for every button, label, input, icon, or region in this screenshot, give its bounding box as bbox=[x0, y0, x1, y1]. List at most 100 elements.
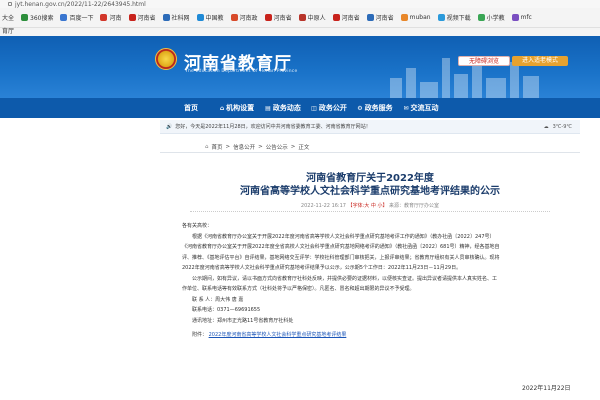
font-size-control[interactable]: 【字体:大 中 小】 bbox=[348, 203, 388, 209]
speaker-icon: 🔊 bbox=[166, 123, 173, 130]
bookmark-label: 社科网 bbox=[171, 15, 190, 22]
contact-person: 联 系 人：周大伟 唐 嘉 bbox=[192, 296, 244, 303]
breadcrumb-separator: > bbox=[258, 144, 263, 150]
national-emblem-icon bbox=[155, 48, 177, 70]
breadcrumb-separator: > bbox=[290, 144, 296, 150]
weather-icon: ☁ bbox=[543, 123, 549, 130]
bookmark-favicon-icon bbox=[400, 14, 408, 21]
bookmark-item[interactable]: 河南省 bbox=[128, 13, 156, 22]
bookmarks-bar: 大全 360搜索 百度一下 河南 河南省 社科网 中国教 河南政 河南省 中原人 河南省 河南省 mub… bbox=[0, 8, 600, 28]
nav-disclosure[interactable]: ◫ 政务公开 bbox=[306, 103, 352, 113]
bookmark-label: 360搜索 bbox=[30, 15, 54, 22]
weather: ☁ 3℃-9℃ bbox=[544, 124, 572, 130]
nav-organization[interactable]: ⌂ 机构设置 bbox=[214, 103, 260, 113]
bookmark-item[interactable]: 百度一下 bbox=[60, 13, 93, 22]
breadcrumb-current: 正文 bbox=[298, 145, 310, 151]
services-icon: ⚙ bbox=[357, 104, 363, 112]
bookmark-item[interactable]: 360搜索 bbox=[21, 13, 53, 22]
bookmark-label: 河南省 bbox=[375, 15, 394, 22]
welcome-bar: 🔊 您好，今天是2022年11月28日，欢迎访问中共河南省委教育工委、河南省教育… bbox=[160, 120, 580, 134]
bookmark-favicon-icon bbox=[128, 14, 136, 21]
nav-interaction[interactable]: ✉ 交流互动 bbox=[398, 103, 444, 113]
bookmark-label: 小学教 bbox=[486, 15, 505, 22]
contact-phone: 联系电话：0371—69691655 bbox=[192, 307, 261, 313]
nav-home[interactable]: 首页 bbox=[168, 103, 214, 113]
paragraph-line: 公示期间，如有异议，请以书面方式向省教育厅社科处反映，并提供必要的证据材料，以便… bbox=[192, 275, 498, 282]
nav-services[interactable]: ⚙ 政务服务 bbox=[352, 103, 398, 113]
bookmark-item[interactable]: 河南省 bbox=[332, 13, 360, 22]
bookmark-item[interactable]: 河南省 bbox=[366, 13, 394, 22]
nav-news[interactable]: ▤ 政务动态 bbox=[260, 103, 306, 113]
paragraph-line: 2022年度河南省高等学校人文社会科学重点研究基地考评结果予以公示，公示期5个工… bbox=[182, 265, 462, 271]
bookmark-favicon-icon bbox=[366, 14, 374, 21]
article-body: 各有关高校： 根据《河南省教育厅办公室关于开展2022年度河南省高等学校人文社会… bbox=[182, 221, 558, 341]
bookmark-label: 视频下载 bbox=[446, 15, 471, 22]
main-nav: 首页 ⌂ 机构设置 ▤ 政务动态 ◫ 政务公开 ⚙ 政务服务 ✉ 交流互动 bbox=[0, 98, 600, 118]
attachment-link[interactable]: 2022年度河南省高等学校人文社会科学重点研究基地考评结果 bbox=[209, 332, 347, 338]
bookmark-favicon-icon bbox=[230, 14, 238, 21]
bookmark-item[interactable]: muban bbox=[400, 14, 431, 21]
disclosure-icon: ◫ bbox=[311, 104, 317, 112]
bookmark-label: 河南省 bbox=[341, 15, 360, 22]
contact-address: 通讯地址：郑州市正光路11号省教育厅社科处 bbox=[192, 317, 294, 324]
lock-icon bbox=[8, 2, 12, 6]
bookmark-favicon-icon bbox=[196, 14, 204, 21]
bookmark-label: mfc bbox=[520, 14, 532, 21]
article-date: 2022-11-22 16:17 bbox=[300, 203, 346, 209]
attachment-label: 附件： bbox=[192, 332, 208, 338]
org-icon: ⌂ bbox=[219, 104, 225, 112]
bookmark-item[interactable]: 河南 bbox=[100, 13, 122, 22]
bookmark-label: 大全 bbox=[2, 15, 15, 22]
site-subtitle: The Education Department Of Henan Provin… bbox=[185, 69, 298, 74]
weather-temp: 3℃-9℃ bbox=[552, 123, 572, 130]
bookmark-label: 中国教 bbox=[205, 15, 224, 22]
breadcrumb-separator: > bbox=[225, 144, 231, 150]
paragraph-line: 作单位、联系电话等有效联系方式（社科处将予以严格保密）。凡匿名、冒名和超出期限的… bbox=[182, 286, 415, 292]
bookmark-favicon-icon bbox=[298, 14, 306, 21]
bookmark-label: 河南政 bbox=[239, 15, 258, 22]
bookmarks-bar-overflow: 育厅 bbox=[0, 28, 600, 36]
bookmark-favicon-icon bbox=[60, 14, 68, 21]
bookmark-favicon-icon bbox=[162, 14, 170, 21]
bookmark-item[interactable]: 视频下载 bbox=[437, 13, 471, 22]
attachment: 附件： 2022年度河南省高等学校人文社会科学重点研究基地考评结果 bbox=[182, 330, 558, 341]
bookmark-label: 河南省 bbox=[137, 15, 156, 22]
bookmark-item[interactable]: 中原人 bbox=[298, 13, 326, 22]
bookmark-label: 河南 bbox=[109, 15, 122, 22]
bookmark-label: muban bbox=[409, 14, 431, 21]
bookmark-favicon-icon bbox=[264, 14, 272, 21]
paragraph-line: 《河南省教育厅办公室关于开展2022年度全省高校人文社会科学重点研究基地网络考评… bbox=[182, 244, 500, 250]
breadcrumb-info[interactable]: 信息公开 bbox=[233, 143, 255, 151]
interaction-icon: ✉ bbox=[403, 104, 409, 112]
article-meta: 2022-11-22 16:17 【字体:大 中 小】 来源：教育厅厅办公室 bbox=[160, 202, 580, 209]
bookmark-item[interactable]: 小学教 bbox=[477, 13, 505, 22]
url-text[interactable]: jyt.henan.gov.cn/2022/11-22/2643945.html bbox=[15, 1, 146, 8]
bookmark-item[interactable]: 中国教 bbox=[196, 13, 224, 22]
site-banner: 河南省教育厅 The Education Department Of Henan… bbox=[0, 36, 600, 98]
bookmark-label: 河南省 bbox=[273, 15, 292, 22]
bookmark-item[interactable]: 河南省 bbox=[264, 13, 292, 22]
bookmark-label: 中原人 bbox=[307, 15, 326, 22]
bookmark-item[interactable]: 社科网 bbox=[162, 13, 190, 22]
bookmark-item[interactable]: mfc bbox=[511, 14, 532, 21]
news-icon: ▤ bbox=[265, 104, 271, 112]
bookmark-favicon-icon bbox=[511, 14, 519, 21]
address-bar[interactable]: jyt.henan.gov.cn/2022/11-22/2643945.html bbox=[0, 0, 600, 8]
article-title-line2: 河南省高等学校人文社会科学重点研究基地考评结果的公示 bbox=[240, 186, 500, 197]
paragraph-line: 根据《河南省教育厅办公室关于开展2022年度河南省高等学校人文社会科学重点研究基… bbox=[192, 233, 495, 240]
article-source: 来源：教育厅厅办公室 bbox=[389, 203, 440, 209]
article: 河南省教育厅关于2022年度 河南省高等学校人文社会科学重点研究基地考评结果的公… bbox=[160, 152, 580, 400]
breadcrumb-home[interactable]: 首页 bbox=[212, 143, 223, 151]
home-icon: ⌂ bbox=[205, 144, 209, 150]
breadcrumb: ⌂ 首页 > 信息公开 > 公告公示 > 正文 bbox=[205, 143, 309, 151]
bookmark-item[interactable]: 大全 bbox=[2, 13, 14, 22]
accessibility-button[interactable]: 无障碍浏览 bbox=[458, 56, 510, 66]
greeting: 各有关高校： bbox=[182, 223, 213, 229]
elder-mode-button[interactable]: 进入适老模式 bbox=[512, 56, 568, 66]
bookmark-favicon-icon bbox=[21, 14, 29, 21]
bookmark-item[interactable]: 河南政 bbox=[230, 13, 258, 22]
bookmark-favicon-icon bbox=[100, 14, 108, 21]
bookmark-favicon-icon bbox=[332, 14, 340, 21]
bookmark-label: 百度一下 bbox=[69, 15, 94, 22]
breadcrumb-notice[interactable]: 公告公示 bbox=[266, 143, 288, 151]
